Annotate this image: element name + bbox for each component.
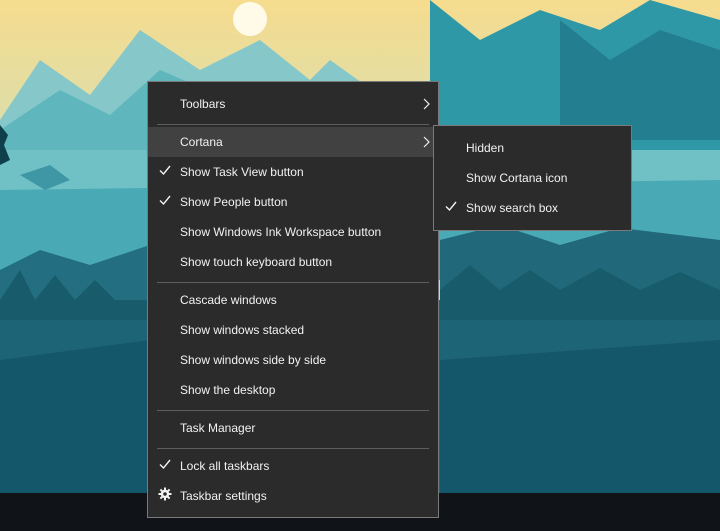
- chevron-right-icon: [423, 98, 430, 110]
- menu-separator: [157, 282, 429, 283]
- menu-item-label: Show People button: [180, 195, 288, 209]
- menu-item-show-search-box[interactable]: Show search box: [434, 193, 631, 223]
- menu-item-task-manager[interactable]: Task Manager: [148, 413, 438, 443]
- checkmark-icon: [159, 459, 171, 470]
- menu-item-label: Show touch keyboard button: [180, 255, 333, 269]
- gear-icon: [158, 487, 172, 501]
- menu-item-label: Toolbars: [180, 97, 226, 111]
- menu-item-lock-all-taskbars[interactable]: Lock all taskbars: [148, 451, 438, 481]
- menu-item-show-windows-ink-workspace-button[interactable]: Show Windows Ink Workspace button: [148, 217, 438, 247]
- menu-item-show-people-button[interactable]: Show People button: [148, 187, 438, 217]
- chevron-right-icon: [423, 136, 430, 148]
- menu-item-label: Show windows side by side: [180, 353, 327, 367]
- menu-separator: [157, 448, 429, 449]
- menu-item-label: Cortana: [180, 135, 223, 149]
- menu-item-label: Cascade windows: [180, 293, 277, 307]
- menu-item-label: Show the desktop: [180, 383, 276, 397]
- menu-separator: [157, 124, 429, 125]
- menu-item-show-touch-keyboard-button[interactable]: Show touch keyboard button: [148, 247, 438, 277]
- cortana-submenu: Hidden Show Cortana icon Show search box: [433, 125, 632, 231]
- menu-item-label: Hidden: [466, 141, 505, 155]
- menu-item-show-the-desktop[interactable]: Show the desktop: [148, 375, 438, 405]
- menu-item-show-task-view-button[interactable]: Show Task View button: [148, 157, 438, 187]
- menu-item-show-windows-stacked[interactable]: Show windows stacked: [148, 315, 438, 345]
- taskbar-context-menu: Toolbars Cortana Show Task View button Show…: [147, 81, 439, 518]
- menu-item-label: Show Cortana icon: [466, 171, 568, 185]
- menu-item-cascade-windows[interactable]: Cascade windows: [148, 285, 438, 315]
- menu-item-show-cortana-icon[interactable]: Show Cortana icon: [434, 163, 631, 193]
- sun-shape: [233, 2, 267, 36]
- menu-item-cortana[interactable]: Cortana: [148, 127, 438, 157]
- menu-item-label: Lock all taskbars: [180, 459, 270, 473]
- menu-item-show-windows-side-by-side[interactable]: Show windows side by side: [148, 345, 438, 375]
- menu-separator: [157, 410, 429, 411]
- menu-item-label: Task Manager: [180, 421, 256, 435]
- checkmark-icon: [159, 165, 171, 176]
- menu-item-label: Show search box: [466, 201, 559, 215]
- menu-item-label: Taskbar settings: [180, 489, 267, 503]
- checkmark-icon: [445, 201, 457, 212]
- menu-item-taskbar-settings[interactable]: Taskbar settings: [148, 481, 438, 511]
- menu-item-toolbars[interactable]: Toolbars: [148, 89, 438, 119]
- menu-item-label: Show Task View button: [180, 165, 304, 179]
- menu-item-label: Show windows stacked: [180, 323, 305, 337]
- menu-item-hidden[interactable]: Hidden: [434, 133, 631, 163]
- menu-item-label: Show Windows Ink Workspace button: [180, 225, 382, 239]
- checkmark-icon: [159, 195, 171, 206]
